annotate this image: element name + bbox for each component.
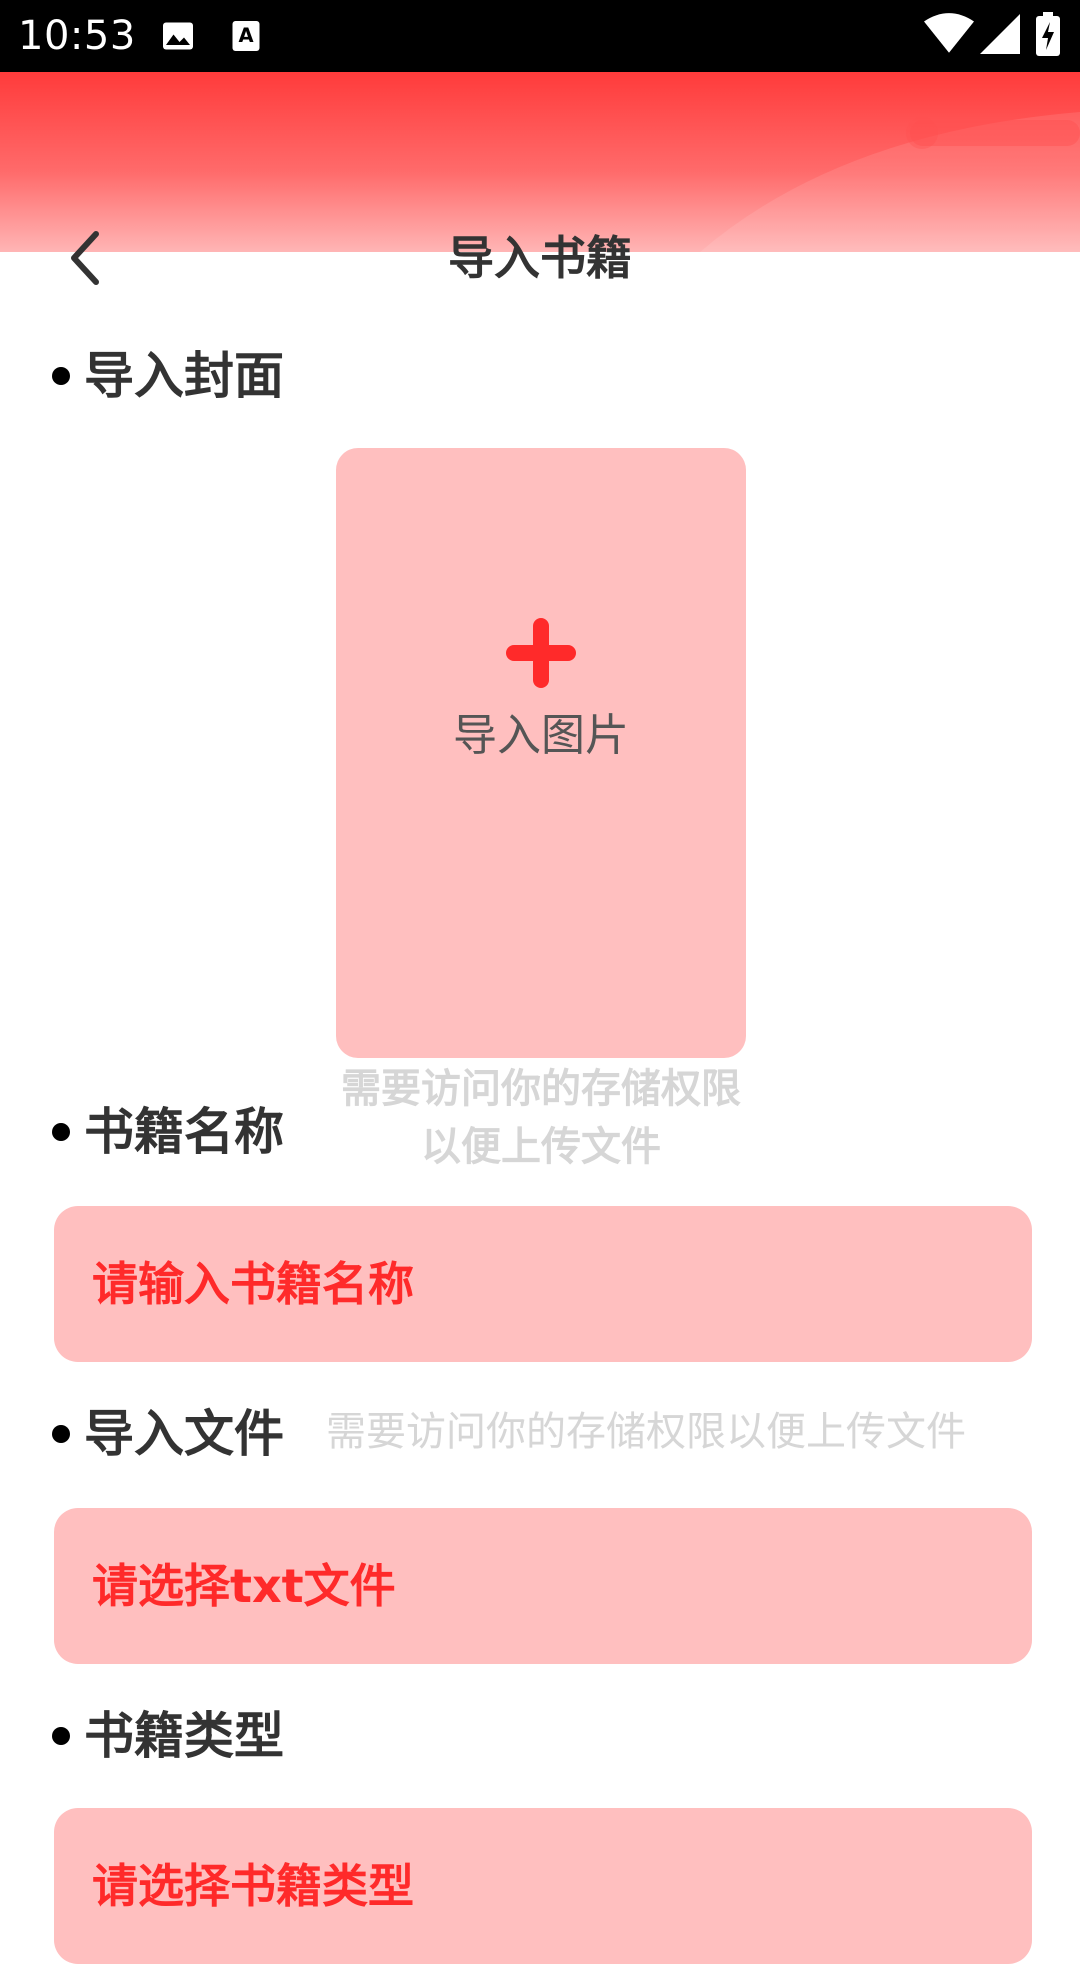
- file-heading-label: 导入文件: [84, 1405, 284, 1463]
- plus-icon: [506, 618, 576, 688]
- wifi-icon: [924, 13, 974, 53]
- status-time: 10:53: [18, 13, 136, 59]
- cover-upload-button[interactable]: 导入图片: [336, 448, 746, 1058]
- name-section-heading: 书籍名称: [52, 1100, 284, 1164]
- image-icon: [163, 22, 193, 50]
- text-notification-icon: A: [232, 21, 260, 51]
- file-permission-hint: 需要访问你的存储权限以便上传文件: [326, 1409, 966, 1455]
- cover-heading-label: 导入封面: [84, 347, 284, 405]
- type-heading-label: 书籍类型: [84, 1707, 284, 1765]
- file-section-heading: 导入文件: [52, 1402, 284, 1466]
- status-bar: 10:53 A: [0, 0, 1080, 72]
- book-type-placeholder: 请选择书籍类型: [92, 1859, 414, 1913]
- title-bar: 导入书籍: [0, 210, 1080, 306]
- book-name-field[interactable]: [54, 1206, 1032, 1362]
- cover-section-heading: 导入封面: [52, 344, 284, 408]
- name-heading-label: 书籍名称: [84, 1103, 284, 1161]
- cellular-signal-icon: [980, 14, 1020, 54]
- battery-charging-icon: [1036, 12, 1060, 56]
- book-name-input[interactable]: [92, 1206, 992, 1362]
- storage-permission-hint: 需要访问你的存储权限以便上传文件: [341, 1066, 741, 1170]
- upload-image-label: 导入图片: [453, 710, 629, 761]
- type-section-heading: 书籍类型: [52, 1704, 284, 1768]
- bullet-dot: [52, 1425, 70, 1443]
- bullet-dot: [52, 1727, 70, 1745]
- page-title: 导入书籍: [448, 231, 632, 285]
- book-type-select[interactable]: 请选择书籍类型: [54, 1808, 1032, 1964]
- txt-file-select[interactable]: 请选择txt文件: [54, 1508, 1032, 1664]
- bullet-dot: [52, 367, 70, 385]
- svg-text:A: A: [238, 24, 253, 47]
- bullet-dot: [52, 1123, 70, 1141]
- txt-file-placeholder: 请选择txt文件: [92, 1559, 396, 1613]
